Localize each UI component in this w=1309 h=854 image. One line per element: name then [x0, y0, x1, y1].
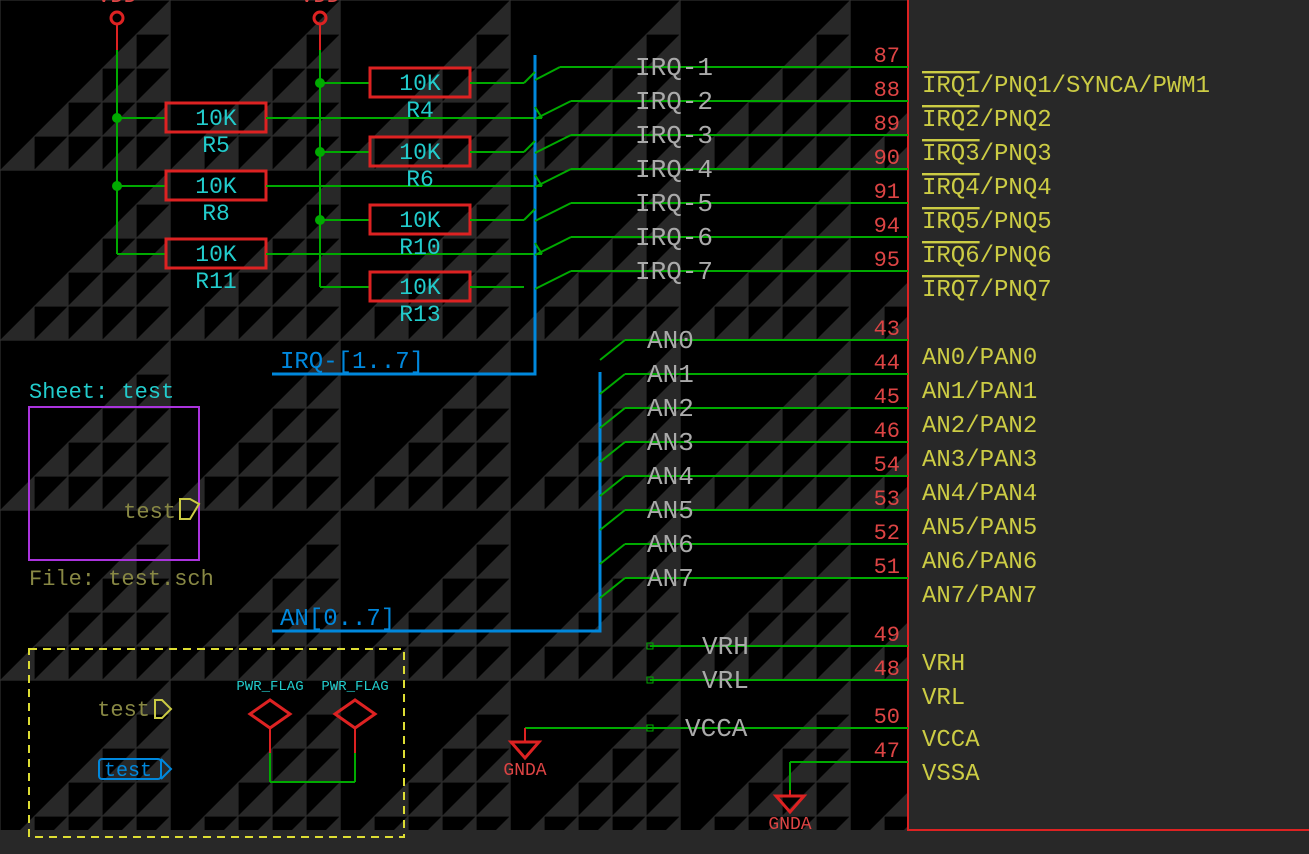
svg-text:GNDA: GNDA — [768, 815, 811, 835]
svg-text:43: 43 — [874, 317, 900, 342]
svg-text:10K: 10K — [195, 106, 237, 132]
svg-text:90: 90 — [874, 146, 900, 171]
svg-text:IRQ-4: IRQ-4 — [635, 155, 713, 185]
svg-text:AN5/PAN5: AN5/PAN5 — [922, 515, 1037, 542]
svg-text:51: 51 — [874, 555, 900, 580]
svg-text:AN2/PAN2: AN2/PAN2 — [922, 413, 1037, 440]
svg-text:44: 44 — [874, 351, 900, 376]
svg-text:AN1: AN1 — [647, 360, 694, 390]
svg-text:54: 54 — [874, 453, 900, 478]
an-bus-label: AN[0..7] — [280, 606, 395, 633]
svg-text:VSSA: VSSA — [922, 761, 980, 788]
svg-text:52: 52 — [874, 521, 900, 546]
svg-text:VRL: VRL — [922, 685, 965, 712]
svg-text:test: test — [104, 760, 152, 783]
svg-text:94: 94 — [874, 214, 900, 239]
svg-text:AN1/PAN1: AN1/PAN1 — [922, 379, 1037, 406]
svg-text:53: 53 — [874, 487, 900, 512]
svg-text:89: 89 — [874, 112, 900, 137]
svg-text:R4: R4 — [406, 98, 434, 124]
svg-text:10K: 10K — [399, 208, 441, 234]
svg-text:IRQ6/PNQ6: IRQ6/PNQ6 — [922, 243, 1052, 270]
svg-text:GNDA: GNDA — [503, 761, 546, 781]
svg-text:IRQ-7: IRQ-7 — [635, 257, 713, 287]
svg-text:R11: R11 — [195, 269, 236, 295]
svg-text:AN7/PAN7: AN7/PAN7 — [922, 583, 1037, 610]
svg-text:AN2: AN2 — [647, 394, 694, 424]
svg-text:AN4: AN4 — [647, 462, 694, 492]
svg-text:10K: 10K — [399, 275, 441, 301]
svg-text:AN5: AN5 — [647, 496, 694, 526]
svg-text:48: 48 — [874, 657, 900, 682]
svg-text:VDD: VDD — [97, 0, 137, 9]
svg-text:IRQ3/PNQ3: IRQ3/PNQ3 — [922, 141, 1052, 168]
svg-text:IRQ-1: IRQ-1 — [635, 53, 713, 83]
svg-text:IRQ-6: IRQ-6 — [635, 223, 713, 253]
svg-text:IRQ-2: IRQ-2 — [635, 87, 713, 117]
svg-text:88: 88 — [874, 78, 900, 103]
svg-text:AN0/PAN0: AN0/PAN0 — [922, 345, 1037, 372]
svg-text:File: test.sch: File: test.sch — [29, 567, 214, 592]
svg-text:VCCA: VCCA — [922, 727, 980, 754]
svg-text:R8: R8 — [202, 201, 230, 227]
svg-text:test: test — [97, 698, 150, 723]
svg-text:VCCA: VCCA — [685, 714, 748, 744]
svg-text:91: 91 — [874, 180, 900, 205]
svg-text:AN6/PAN6: AN6/PAN6 — [922, 549, 1037, 576]
svg-text:AN3/PAN3: AN3/PAN3 — [922, 447, 1037, 474]
svg-text:IRQ-5: IRQ-5 — [635, 189, 713, 219]
svg-text:10K: 10K — [195, 174, 237, 200]
svg-text:R6: R6 — [406, 167, 434, 193]
svg-text:VRL: VRL — [702, 666, 749, 696]
svg-text:R13: R13 — [399, 302, 440, 328]
svg-text:IRQ5/PNQ5: IRQ5/PNQ5 — [922, 209, 1052, 236]
svg-text:50: 50 — [874, 705, 900, 730]
svg-text:test: test — [123, 500, 176, 525]
svg-text:R5: R5 — [202, 133, 230, 159]
svg-text:VDD: VDD — [300, 0, 340, 9]
svg-text:46: 46 — [874, 419, 900, 444]
svg-text:47: 47 — [874, 739, 900, 764]
svg-text:IRQ-3: IRQ-3 — [635, 121, 713, 151]
svg-text:10K: 10K — [399, 71, 441, 97]
svg-text:PWR_FLAG: PWR_FLAG — [236, 679, 303, 695]
svg-text:10K: 10K — [195, 242, 237, 268]
svg-text:10K: 10K — [399, 140, 441, 166]
svg-text:PWR_FLAG: PWR_FLAG — [321, 679, 388, 695]
svg-text:VRH: VRH — [922, 651, 965, 678]
svg-text:VRH: VRH — [702, 632, 749, 662]
svg-text:R10: R10 — [399, 235, 440, 261]
svg-text:87: 87 — [874, 44, 900, 69]
hlabel-test-in: test — [99, 759, 171, 783]
svg-text:Sheet: test: Sheet: test — [29, 380, 174, 405]
svg-text:AN6: AN6 — [647, 530, 694, 560]
svg-text:AN4/PAN4: AN4/PAN4 — [922, 481, 1037, 508]
svg-text:49: 49 — [874, 623, 900, 648]
svg-text:IRQ2/PNQ2: IRQ2/PNQ2 — [922, 107, 1052, 134]
svg-text:AN7: AN7 — [647, 564, 694, 594]
svg-text:IRQ7/PNQ7: IRQ7/PNQ7 — [922, 277, 1052, 304]
svg-text:AN0: AN0 — [647, 326, 694, 356]
svg-text:95: 95 — [874, 248, 900, 273]
svg-text:IRQ4/PNQ4: IRQ4/PNQ4 — [922, 175, 1052, 202]
irq-bus-label: IRQ-[1..7] — [280, 349, 424, 376]
svg-text:AN3: AN3 — [647, 428, 694, 458]
svg-text:45: 45 — [874, 385, 900, 410]
svg-text:IRQ1/PNQ1/SYNCA/PWM1: IRQ1/PNQ1/SYNCA/PWM1 — [922, 73, 1210, 100]
